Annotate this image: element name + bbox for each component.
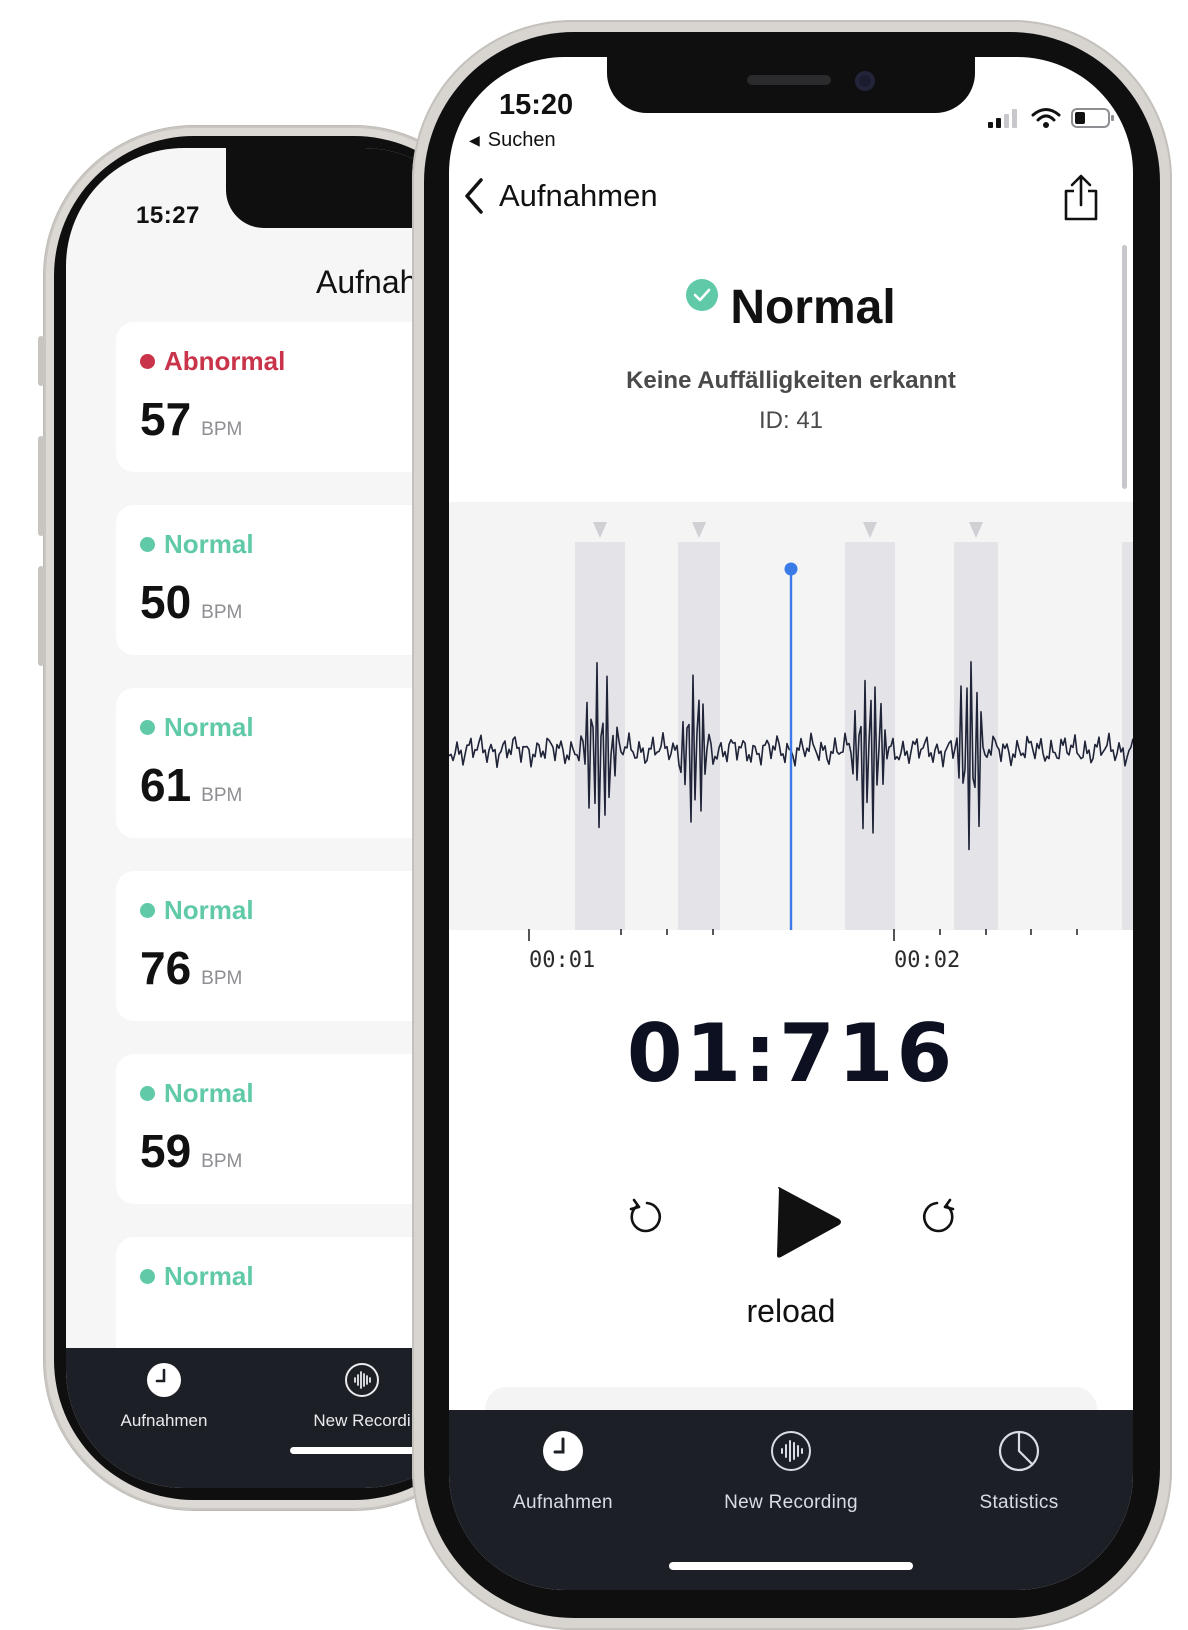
nav-back-button[interactable]: Aufnahmen: [463, 177, 658, 215]
clock-icon: [543, 1431, 583, 1471]
earpiece-speaker: [747, 75, 831, 85]
status-dot: [140, 720, 155, 735]
bpm-value: 61 BPM: [140, 759, 243, 811]
result-header: Normal: [449, 279, 1133, 337]
front-notch: [607, 57, 975, 113]
reload-button[interactable]: reload: [449, 1293, 1133, 1330]
status-label: Normal: [140, 1261, 254, 1292]
beat-marker: [863, 522, 877, 538]
status-dot: [140, 354, 155, 369]
battery-icon: [1071, 108, 1114, 128]
home-indicator: [669, 1562, 913, 1570]
rotate-right-icon: [922, 1198, 955, 1233]
side-switch: [38, 336, 44, 386]
waveform-icon: [771, 1431, 811, 1471]
beat-marker: [692, 522, 706, 538]
clock-icon: [147, 1363, 181, 1397]
back-triangle-icon: ◀: [469, 132, 480, 148]
checkmark-icon: [686, 279, 719, 311]
tab-statistics[interactable]: Statistics: [909, 1430, 1129, 1514]
recording-id: ID: 41: [758, 407, 824, 434]
tab-aufnahmen[interactable]: Aufnahmen: [74, 1362, 254, 1431]
front-phone-screen: 15:20 ◀ Suchen Aufnahmen Normal Keine Au…: [449, 57, 1133, 1590]
status-label: Normal: [140, 1078, 254, 1109]
rotate-left-icon: [629, 1198, 662, 1233]
front-phone: 15:20 ◀ Suchen Aufnahmen Normal Keine Au…: [412, 20, 1172, 1630]
bpm-value: 50 BPM: [140, 576, 243, 628]
status-time: 15:20: [499, 89, 574, 121]
beat-region: [1122, 542, 1133, 930]
status-dot: [140, 1086, 155, 1101]
status-time: 15:27: [136, 202, 200, 229]
play-icon: [777, 1187, 841, 1258]
status-label: Abnormal: [140, 346, 285, 377]
result-label: Normal: [730, 281, 896, 334]
tab-aufnahmen[interactable]: Aufnahmen: [453, 1430, 673, 1514]
beat-markers: [593, 522, 983, 538]
volume-up-button: [38, 436, 44, 536]
time-label-2: 00:02: [894, 948, 960, 973]
result-subtitle: Keine Auffälligkeiten erkannt: [626, 367, 956, 394]
bpm-value: 76 BPM: [140, 942, 243, 994]
wifi-icon: [1031, 108, 1061, 128]
status-dot: [140, 903, 155, 918]
chevron-left-icon: [465, 178, 483, 214]
time-label-1: 00:01: [529, 948, 595, 973]
play-button[interactable]: [765, 1181, 847, 1268]
share-button[interactable]: [1061, 173, 1101, 228]
forward-button[interactable]: [919, 1197, 959, 1242]
status-dot: [140, 537, 155, 552]
playback-timer: 01:716: [626, 1007, 956, 1100]
status-label: Normal: [140, 895, 254, 926]
status-label: Normal: [140, 529, 254, 560]
tab-new-recording[interactable]: New Recording: [681, 1430, 901, 1514]
bpm-value: 57 BPM: [140, 393, 243, 445]
axis-ticks: [528, 929, 1078, 941]
status-label: Normal: [140, 712, 254, 743]
status-icons: [987, 107, 1115, 129]
cellular-signal-icon: [988, 109, 1017, 128]
tab-bar: Aufnahmen New Recording Statistics: [449, 1410, 1133, 1590]
waveform-view[interactable]: [449, 502, 1133, 930]
bpm-value: 59 BPM: [140, 1125, 243, 1177]
back-to-app-link[interactable]: ◀ Suchen: [469, 129, 556, 152]
rewind-button[interactable]: [625, 1197, 665, 1242]
volume-down-button: [38, 566, 44, 666]
waveform-icon: [345, 1363, 379, 1397]
share-icon: [1064, 174, 1098, 221]
beat-marker: [593, 522, 607, 538]
pie-chart-icon: [998, 1430, 1040, 1472]
waveform-canvas: [449, 522, 1133, 930]
front-camera: [855, 71, 875, 91]
beat-marker: [969, 522, 983, 538]
playhead-handle[interactable]: [784, 562, 798, 576]
time-axis: 00:01 00:02: [449, 927, 1133, 977]
status-dot: [140, 1269, 155, 1284]
